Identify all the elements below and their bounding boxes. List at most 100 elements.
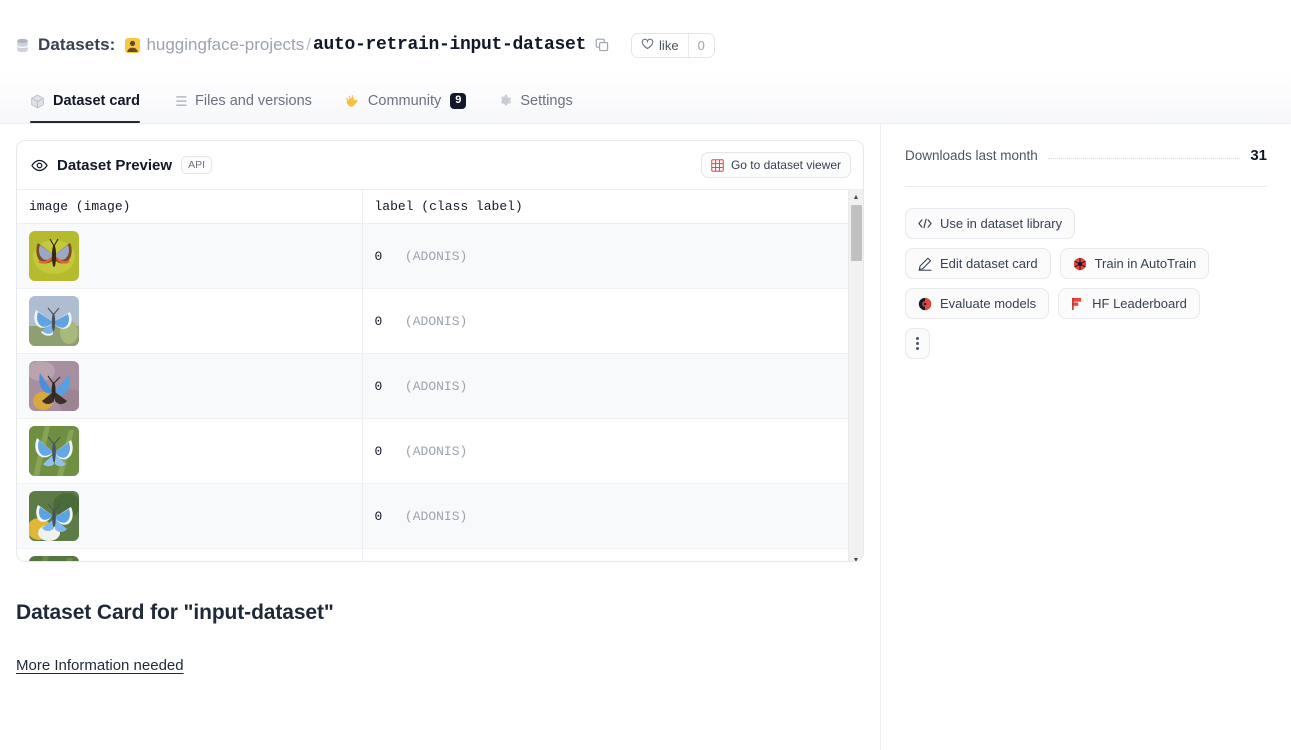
eye-icon	[31, 159, 48, 172]
train-in-autotrain-button[interactable]: Train in AutoTrain	[1060, 248, 1210, 279]
label-class-name: (ADONIS)	[405, 444, 467, 459]
like-button[interactable]: like	[632, 34, 688, 57]
hf-leaderboard-button[interactable]: HF Leaderboard	[1058, 288, 1200, 319]
butterfly-thumbnail[interactable]	[29, 556, 79, 562]
butterfly-thumbnail[interactable]	[29, 491, 79, 541]
column-header-image: image (image)	[17, 190, 362, 224]
table-body: 0 (ADONIS)	[17, 224, 863, 563]
pencil-icon	[918, 257, 932, 271]
table-vertical-scrollbar[interactable]: ▲ ▼	[848, 190, 863, 562]
scroll-up-arrow[interactable]: ▲	[849, 190, 863, 205]
autotrain-icon	[1073, 257, 1087, 271]
copy-icon[interactable]	[595, 38, 609, 52]
label-class-name: (ADONIS)	[405, 509, 467, 524]
label-class-name: (ADONIS)	[405, 379, 467, 394]
table-row[interactable]	[17, 549, 863, 563]
page-header: Datasets: huggingface-projects / auto-re…	[0, 0, 1291, 124]
org-link[interactable]: huggingface-projects	[146, 35, 304, 55]
table-row[interactable]: 0 (ADONIS)	[17, 354, 863, 419]
tab-label: Files and versions	[195, 93, 312, 109]
api-badge[interactable]: API	[181, 156, 212, 174]
datasets-label: Datasets:	[38, 35, 115, 55]
dataset-card-markdown: Dataset Card for "input-dataset" More In…	[16, 562, 864, 675]
breadcrumb-separator: /	[304, 35, 313, 55]
cell-label: 0 (ADONIS)	[362, 354, 863, 419]
community-count-badge: 9	[450, 93, 466, 109]
label-value: 0	[375, 314, 383, 329]
butterfly-thumbnail[interactable]	[29, 296, 79, 346]
heart-icon	[641, 38, 654, 53]
more-information-link[interactable]: More Information needed	[16, 657, 184, 674]
button-label: Train in AutoTrain	[1095, 256, 1197, 271]
main-column: Dataset Preview API Go to dataset viewer	[0, 124, 880, 750]
tab-files-and-versions[interactable]: Files and versions	[158, 89, 330, 123]
cell-label	[362, 549, 863, 563]
cell-image	[17, 419, 362, 484]
dataset-table: image (image) label (class label)	[17, 190, 863, 562]
repo-breadcrumb: Datasets: huggingface-projects / auto-re…	[0, 0, 1291, 52]
viewer-button-label: Go to dataset viewer	[731, 158, 841, 172]
page-title: Dataset Card for "input-dataset"	[16, 601, 864, 625]
evaluate-models-button[interactable]: Evaluate models	[905, 288, 1049, 319]
cell-label: 0 (ADONIS)	[362, 419, 863, 484]
downloads-row: Downloads last month 31	[905, 144, 1291, 166]
butterfly-thumbnail[interactable]	[29, 231, 79, 281]
cell-image	[17, 549, 362, 563]
like-count: 0	[688, 34, 714, 57]
column-header-label: label (class label)	[362, 190, 863, 224]
table-row[interactable]: 0 (ADONIS)	[17, 419, 863, 484]
repo-name: auto-retrain-input-dataset	[313, 35, 586, 55]
label-value: 0	[375, 249, 383, 264]
scrollbar-thumb[interactable]	[851, 205, 862, 261]
tab-label: Settings	[520, 93, 572, 109]
use-in-dataset-library-button[interactable]: Use in dataset library	[905, 208, 1075, 239]
flag-icon	[1071, 297, 1084, 311]
button-label: Use in dataset library	[940, 216, 1062, 231]
button-label: Evaluate models	[940, 296, 1036, 311]
grid-icon	[711, 159, 724, 172]
more-vertical-icon	[916, 337, 919, 350]
more-options-button[interactable]	[905, 328, 930, 359]
button-label: Edit dataset card	[940, 256, 1038, 271]
butterfly-thumbnail[interactable]	[29, 361, 79, 411]
gear-icon	[498, 94, 512, 108]
tab-bar: Dataset card Files and versions Communit…	[0, 89, 591, 123]
cell-image	[17, 289, 362, 354]
tab-dataset-card[interactable]: Dataset card	[16, 89, 158, 123]
edit-dataset-card-button[interactable]: Edit dataset card	[905, 248, 1051, 279]
table-row[interactable]: 0 (ADONIS)	[17, 484, 863, 549]
dataset-preview-card: Dataset Preview API Go to dataset viewer	[16, 140, 864, 562]
cell-image	[17, 354, 362, 419]
sidebar-action-buttons: Use in dataset library Edit dataset card	[905, 187, 1245, 359]
cell-label: 0 (ADONIS)	[362, 289, 863, 354]
label-class-name: (ADONIS)	[405, 249, 467, 264]
label-class-name: (ADONIS)	[405, 314, 467, 329]
label-value: 0	[375, 379, 383, 394]
table-row[interactable]: 0 (ADONIS)	[17, 289, 863, 354]
cell-image	[17, 224, 362, 289]
cell-label: 0 (ADONIS)	[362, 484, 863, 549]
tab-settings[interactable]: Settings	[484, 89, 590, 123]
scroll-down-arrow[interactable]: ▼	[849, 553, 863, 562]
table-row[interactable]: 0 (ADONIS)	[17, 224, 863, 289]
like-label: like	[659, 38, 679, 53]
files-icon	[172, 94, 187, 108]
label-value: 0	[375, 444, 383, 459]
downloads-dotted-leader	[1048, 158, 1240, 159]
tab-label: Community	[368, 93, 441, 109]
butterfly-thumbnail[interactable]	[29, 426, 79, 476]
cube-icon	[30, 94, 45, 109]
button-label: HF Leaderboard	[1092, 296, 1187, 311]
downloads-label: Downloads last month	[905, 148, 1038, 163]
clap-icon	[344, 94, 360, 109]
go-to-dataset-viewer-button[interactable]: Go to dataset viewer	[701, 152, 851, 178]
code-brackets-icon	[918, 218, 932, 229]
table-header-row: image (image) label (class label)	[17, 190, 863, 224]
label-value: 0	[375, 509, 383, 524]
tab-community[interactable]: Community 9	[330, 89, 484, 123]
dataset-preview-header: Dataset Preview API Go to dataset viewer	[17, 141, 863, 190]
like-group[interactable]: like 0	[631, 33, 715, 58]
tab-label: Dataset card	[53, 93, 140, 109]
cell-image	[17, 484, 362, 549]
dataset-table-scroll: image (image) label (class label)	[17, 190, 863, 562]
